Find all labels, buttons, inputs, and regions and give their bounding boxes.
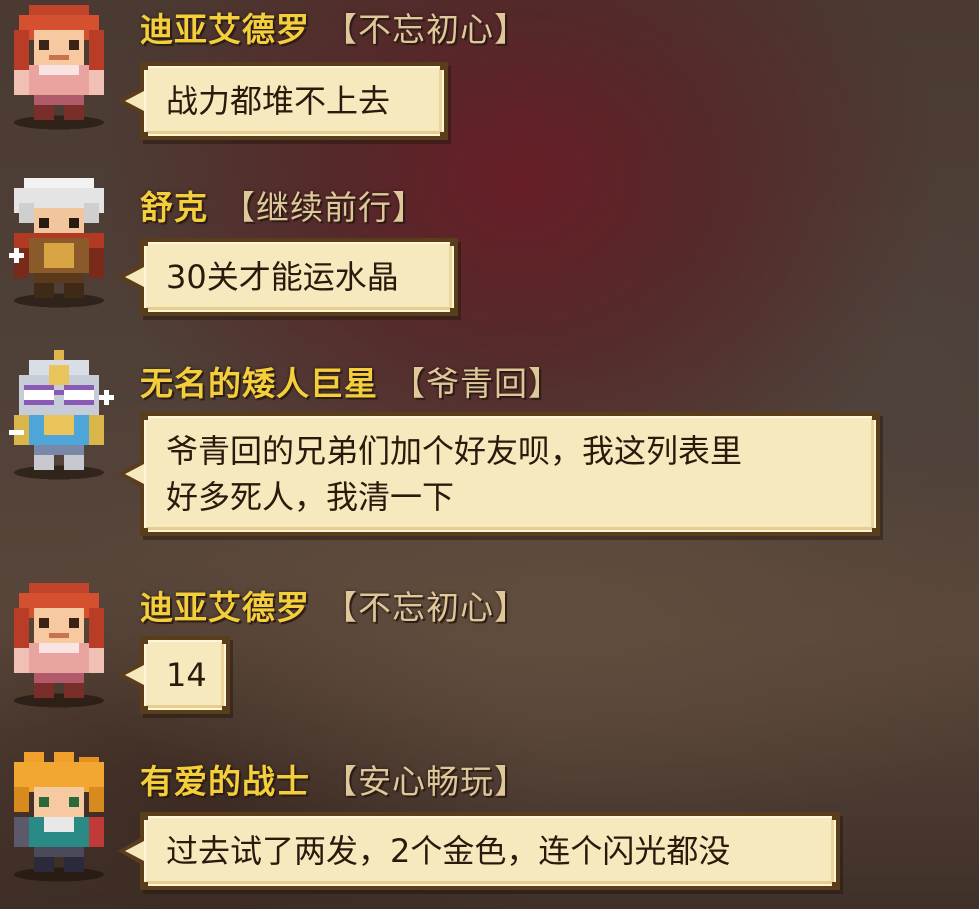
message-text-line: 好多死人，我清一下 (166, 478, 455, 516)
red-haired-warrior-avatar[interactable] (4, 578, 114, 708)
chat-bubble[interactable]: 爷青回的兄弟们加个好友呗，我这列表里 好多死人，我清一下 (118, 412, 880, 536)
sender-line: 无名的矮人巨星 【爷青回】 (140, 364, 562, 404)
red-haired-warrior-avatar[interactable] (4, 0, 114, 130)
message-text: 过去试了两发，2个金色，连个闪光都没 (166, 832, 731, 870)
dwarf-goggles-avatar[interactable] (4, 350, 114, 480)
sender-line: 舒克 【继续前行】 (140, 188, 426, 228)
sender-name[interactable]: 迪亚艾德罗 (140, 10, 310, 49)
guild-tag: 【安心畅玩】 (324, 762, 528, 801)
sender-line: 迪亚艾德罗 【不忘初心】 (140, 10, 528, 50)
sender-name[interactable]: 无名的矮人巨星 (140, 364, 378, 403)
guild-tag: 【爷青回】 (392, 364, 562, 403)
chat-bubble[interactable]: 14 (118, 636, 230, 714)
message-text: 战力都堆不上去 (166, 82, 391, 120)
orange-haired-fighter-avatar[interactable] (4, 752, 114, 882)
chat-bubble[interactable]: 战力都堆不上去 (118, 62, 448, 140)
sender-name[interactable]: 有爱的战士 (140, 762, 310, 801)
sender-name[interactable]: 舒克 (140, 188, 208, 227)
guild-tag: 【继续前行】 (222, 188, 426, 227)
chat-bubble[interactable]: 30关才能运水晶 (118, 238, 458, 316)
chat-bubble[interactable]: 过去试了两发，2个金色，连个闪光都没 (118, 812, 840, 890)
message-text-line: 爷青回的兄弟们加个好友呗，我这列表里 (166, 432, 743, 470)
white-haired-knight-avatar[interactable] (4, 178, 114, 308)
sender-line: 有爱的战士 【安心畅玩】 (140, 762, 528, 802)
guild-tag: 【不忘初心】 (324, 588, 528, 627)
message-text: 30关才能运水晶 (166, 258, 399, 296)
chat-feed[interactable]: 迪亚艾德罗 【不忘初心】 战力都堆不上去 舒克 【继续前行】 30关才能运水晶 … (0, 0, 979, 909)
message-text: 14 (166, 656, 207, 694)
sender-line: 迪亚艾德罗 【不忘初心】 (140, 588, 528, 628)
guild-tag: 【不忘初心】 (324, 10, 528, 49)
sender-name[interactable]: 迪亚艾德罗 (140, 588, 310, 627)
